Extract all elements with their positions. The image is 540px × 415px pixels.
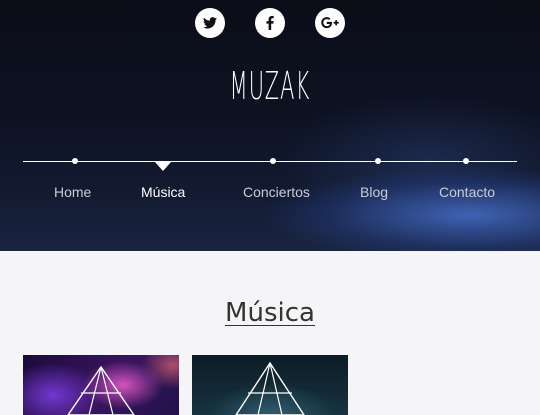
google-plus-icon [321, 17, 339, 29]
twitter-link[interactable] [195, 8, 225, 38]
site-logo[interactable]: MUZAK [122, 64, 419, 108]
nav-item-home[interactable]: Home [54, 184, 91, 200]
nav-dot [463, 158, 469, 164]
album-cover-art [67, 365, 135, 415]
nav-active-indicator [155, 162, 171, 171]
nav-dot [72, 158, 78, 164]
google-plus-link[interactable] [315, 8, 345, 38]
section-title: Música [225, 298, 315, 328]
album-card[interactable] [192, 355, 348, 415]
hero-header: MUZAK Home Música Conciertos Blog Contac… [0, 0, 540, 251]
nav-item-musica[interactable]: Música [141, 184, 185, 200]
nav-item-contacto[interactable]: Contacto [439, 184, 495, 200]
nav-dot [270, 158, 276, 164]
album-card[interactable] [23, 355, 179, 415]
nav-dot [375, 158, 381, 164]
twitter-icon [203, 17, 217, 29]
album-cover-art [235, 361, 305, 415]
nav-item-blog[interactable]: Blog [360, 184, 388, 200]
facebook-icon [266, 16, 274, 30]
nav-item-conciertos[interactable]: Conciertos [243, 184, 310, 200]
facebook-link[interactable] [255, 8, 285, 38]
